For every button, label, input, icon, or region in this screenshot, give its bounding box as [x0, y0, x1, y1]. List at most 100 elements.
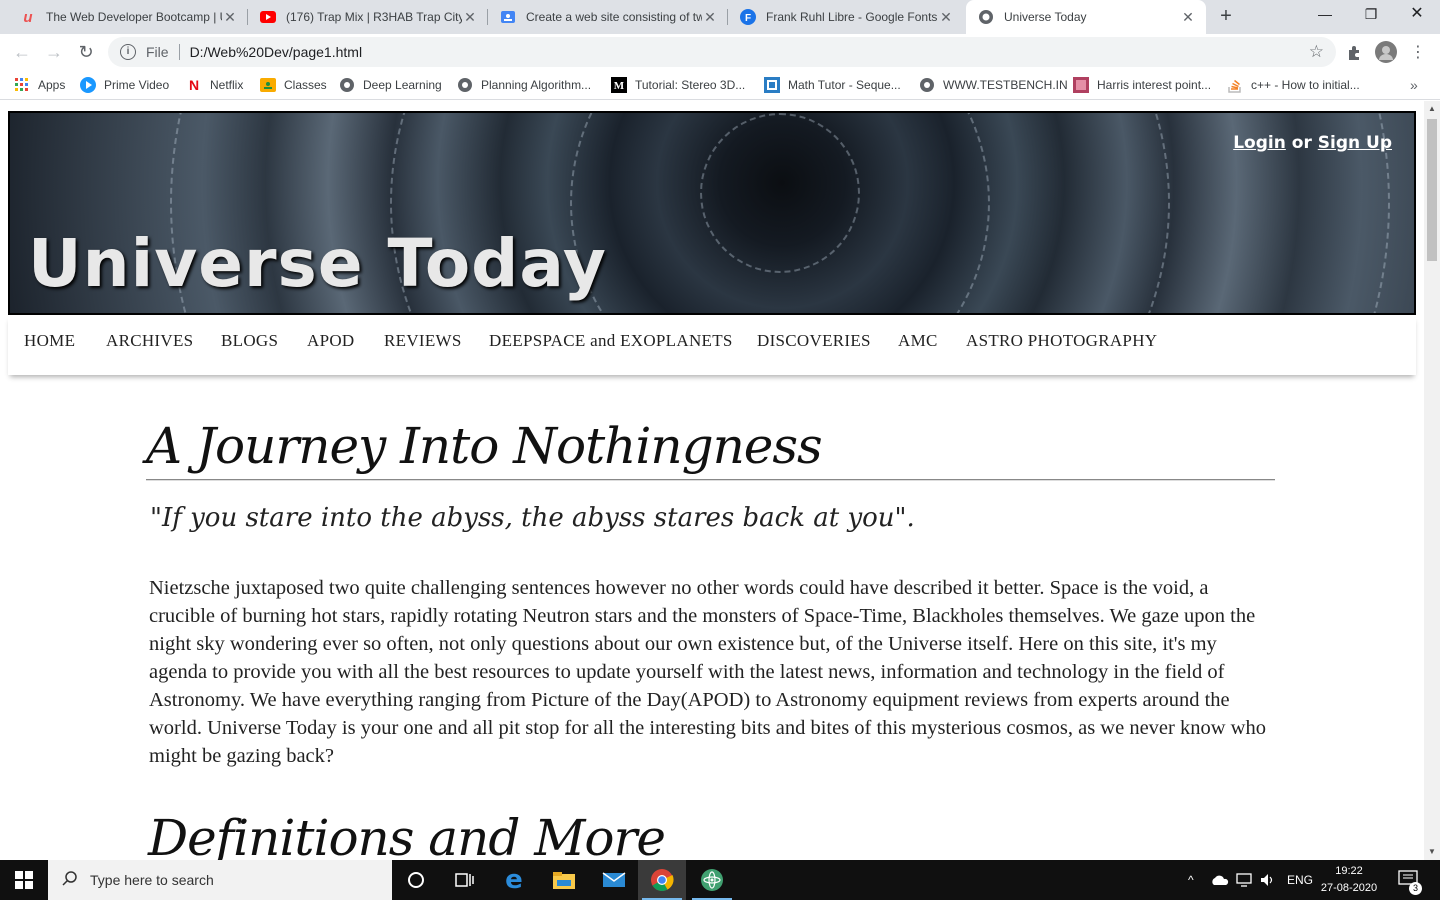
restore-button[interactable]: ❐	[1348, 0, 1394, 30]
mail-icon[interactable]	[590, 860, 638, 900]
network-icon[interactable]	[1236, 860, 1254, 900]
globe-icon	[919, 77, 935, 93]
nav-item-blogs[interactable]: BLOGS	[221, 331, 278, 351]
menu-icon[interactable]: ⋮	[1404, 38, 1432, 66]
close-icon[interactable]: ✕	[462, 9, 478, 26]
signup-link[interactable]: Sign Up	[1318, 133, 1392, 153]
image-icon	[1073, 77, 1089, 93]
bookmark-cpp-initial[interactable]: c++ - How to initial...	[1227, 76, 1360, 94]
show-hidden-icons[interactable]: ^	[1188, 860, 1194, 900]
bookmark-label: Netflix	[210, 78, 244, 92]
bookmark-math-tutor[interactable]: Math Tutor - Seque...	[764, 76, 901, 94]
chrome-icon[interactable]	[638, 860, 686, 900]
heading-divider	[146, 479, 1275, 481]
bookmark-classes[interactable]: Classes	[260, 76, 327, 94]
netflix-icon: N	[188, 77, 200, 93]
bookmark-prime-video[interactable]: Prime Video	[80, 76, 169, 94]
file-explorer-icon[interactable]	[540, 860, 588, 900]
nav-item-discoveries[interactable]: DISCOVERIES	[757, 331, 871, 351]
bookmarks-overflow-icon[interactable]: »	[1410, 76, 1418, 94]
close-icon[interactable]: ✕	[222, 9, 238, 26]
nav-item-deepspace[interactable]: DEEPSPACE and EXOPLANETS	[489, 331, 733, 351]
back-button[interactable]: ←	[8, 38, 36, 66]
math-tutor-icon	[764, 77, 780, 93]
search-placeholder: Type here to search	[90, 872, 214, 888]
windows-taskbar: Type here to search e ^ ENG 19:22 27-08-…	[0, 860, 1440, 900]
tab-universe-today[interactable]: Universe Today ✕	[966, 0, 1206, 34]
bookmark-harris-interest-point[interactable]: Harris interest point...	[1073, 76, 1211, 94]
article-quote: "If you stare into the abyss, the abyss …	[150, 503, 915, 533]
address-bar[interactable]: i File D:/Web%20Dev/page1.html ☆	[108, 37, 1336, 67]
close-icon[interactable]: ✕	[1180, 9, 1196, 26]
bookmark-star-icon[interactable]: ☆	[1309, 42, 1324, 62]
nav-item-astro-photography[interactable]: ASTRO PHOTOGRAPHY	[966, 331, 1157, 351]
scroll-up-icon[interactable]: ▲	[1424, 101, 1440, 117]
bookmark-apps[interactable]: Apps	[14, 76, 65, 94]
bookmark-deep-learning[interactable]: Deep Learning	[339, 76, 442, 94]
main-nav: HOME ARCHIVES BLOGS APOD REVIEWS DEEPSPA…	[8, 315, 1416, 375]
article-heading: A Journey Into Nothingness	[146, 417, 823, 475]
tab-trap-mix[interactable]: (176) Trap Mix | R3HAB Trap City ✕	[248, 0, 488, 34]
close-icon[interactable]: ✕	[938, 9, 954, 26]
tab-title: (176) Trap Mix | R3HAB Trap City	[286, 10, 462, 24]
bookmark-label: Tutorial: Stereo 3D...	[635, 78, 746, 92]
info-icon[interactable]: i	[120, 44, 136, 60]
nav-item-archives[interactable]: ARCHIVES	[106, 331, 193, 351]
tab-strip: u The Web Developer Bootcamp | U ✕ (176)…	[0, 0, 1440, 34]
tab-create-web-site[interactable]: Create a web site consisting of tw ✕	[488, 0, 728, 34]
notifications-button[interactable]: 3	[1398, 860, 1422, 900]
forward-button[interactable]: →	[40, 38, 68, 66]
taskbar-search[interactable]: Type here to search	[48, 860, 392, 900]
header-banner: Login or Sign Up Universe Today	[8, 111, 1416, 315]
scroll-down-icon[interactable]: ▼	[1424, 844, 1440, 860]
nav-item-reviews[interactable]: REVIEWS	[384, 331, 462, 351]
browser-toolbar: ← → ↻ i File D:/Web%20Dev/page1.html ☆ ⋮	[0, 34, 1440, 70]
medium-icon: M	[611, 77, 627, 93]
bookmark-label: Math Tutor - Seque...	[788, 78, 901, 92]
globe-icon	[339, 77, 355, 93]
task-view-icon[interactable]	[440, 860, 488, 900]
bookmark-label: Planning Algorithm...	[481, 78, 592, 92]
login-link[interactable]: Login	[1233, 133, 1286, 153]
search-icon	[62, 870, 78, 891]
minimize-button[interactable]: —	[1302, 0, 1348, 30]
windows-start-button[interactable]	[0, 860, 48, 900]
youtube-icon	[260, 9, 276, 25]
tab-web-developer-bootcamp[interactable]: u The Web Developer Bootcamp | U ✕	[8, 0, 248, 34]
scrollbar-thumb[interactable]	[1427, 119, 1437, 261]
page-scrollbar[interactable]: ▲ ▼	[1424, 101, 1440, 860]
bookmark-stereo-3d[interactable]: M Tutorial: Stereo 3D...	[611, 76, 745, 94]
extensions-icon[interactable]	[1340, 38, 1368, 66]
system-clock[interactable]: 19:22 27-08-2020	[1314, 863, 1384, 897]
onedrive-icon[interactable]	[1210, 860, 1230, 900]
bookmark-netflix[interactable]: N Netflix	[186, 76, 243, 94]
new-tab-button[interactable]: +	[1214, 5, 1238, 29]
tab-google-fonts[interactable]: F Frank Ruhl Libre - Google Fonts ✕	[728, 0, 964, 34]
globe-icon	[978, 9, 994, 25]
bookmark-planning-algorithm[interactable]: Planning Algorithm...	[457, 76, 591, 94]
svg-text:M: M	[614, 80, 625, 92]
close-icon[interactable]: ✕	[702, 9, 718, 26]
clock-time: 19:22	[1335, 865, 1363, 877]
bookmark-label: WWW.TESTBENCH.IN	[943, 78, 1068, 92]
profile-avatar[interactable]	[1372, 38, 1400, 66]
address-url[interactable]: D:/Web%20Dev/page1.html	[190, 44, 363, 60]
star-trail-ring	[700, 113, 860, 273]
bookmark-label: Deep Learning	[363, 78, 442, 92]
language-indicator[interactable]: ENG	[1287, 860, 1313, 900]
nav-item-home[interactable]: HOME	[24, 331, 75, 351]
atom-editor-icon[interactable]	[688, 860, 736, 900]
volume-icon[interactable]	[1260, 860, 1276, 900]
bookmark-testbench[interactable]: WWW.TESTBENCH.IN	[919, 76, 1068, 94]
section-heading: Definitions and More	[148, 809, 666, 860]
tab-title: Frank Ruhl Libre - Google Fonts	[766, 10, 938, 24]
address-divider	[178, 44, 180, 60]
address-scheme: File	[146, 44, 169, 60]
edge-icon[interactable]: e	[490, 860, 538, 900]
close-window-button[interactable]: ✕	[1394, 0, 1440, 30]
nav-item-apod[interactable]: APOD	[307, 331, 355, 351]
reload-button[interactable]: ↻	[72, 38, 100, 66]
nav-item-amc[interactable]: AMC	[898, 331, 938, 351]
auth-links: Login or Sign Up	[1233, 133, 1392, 153]
cortana-icon[interactable]	[392, 860, 440, 900]
